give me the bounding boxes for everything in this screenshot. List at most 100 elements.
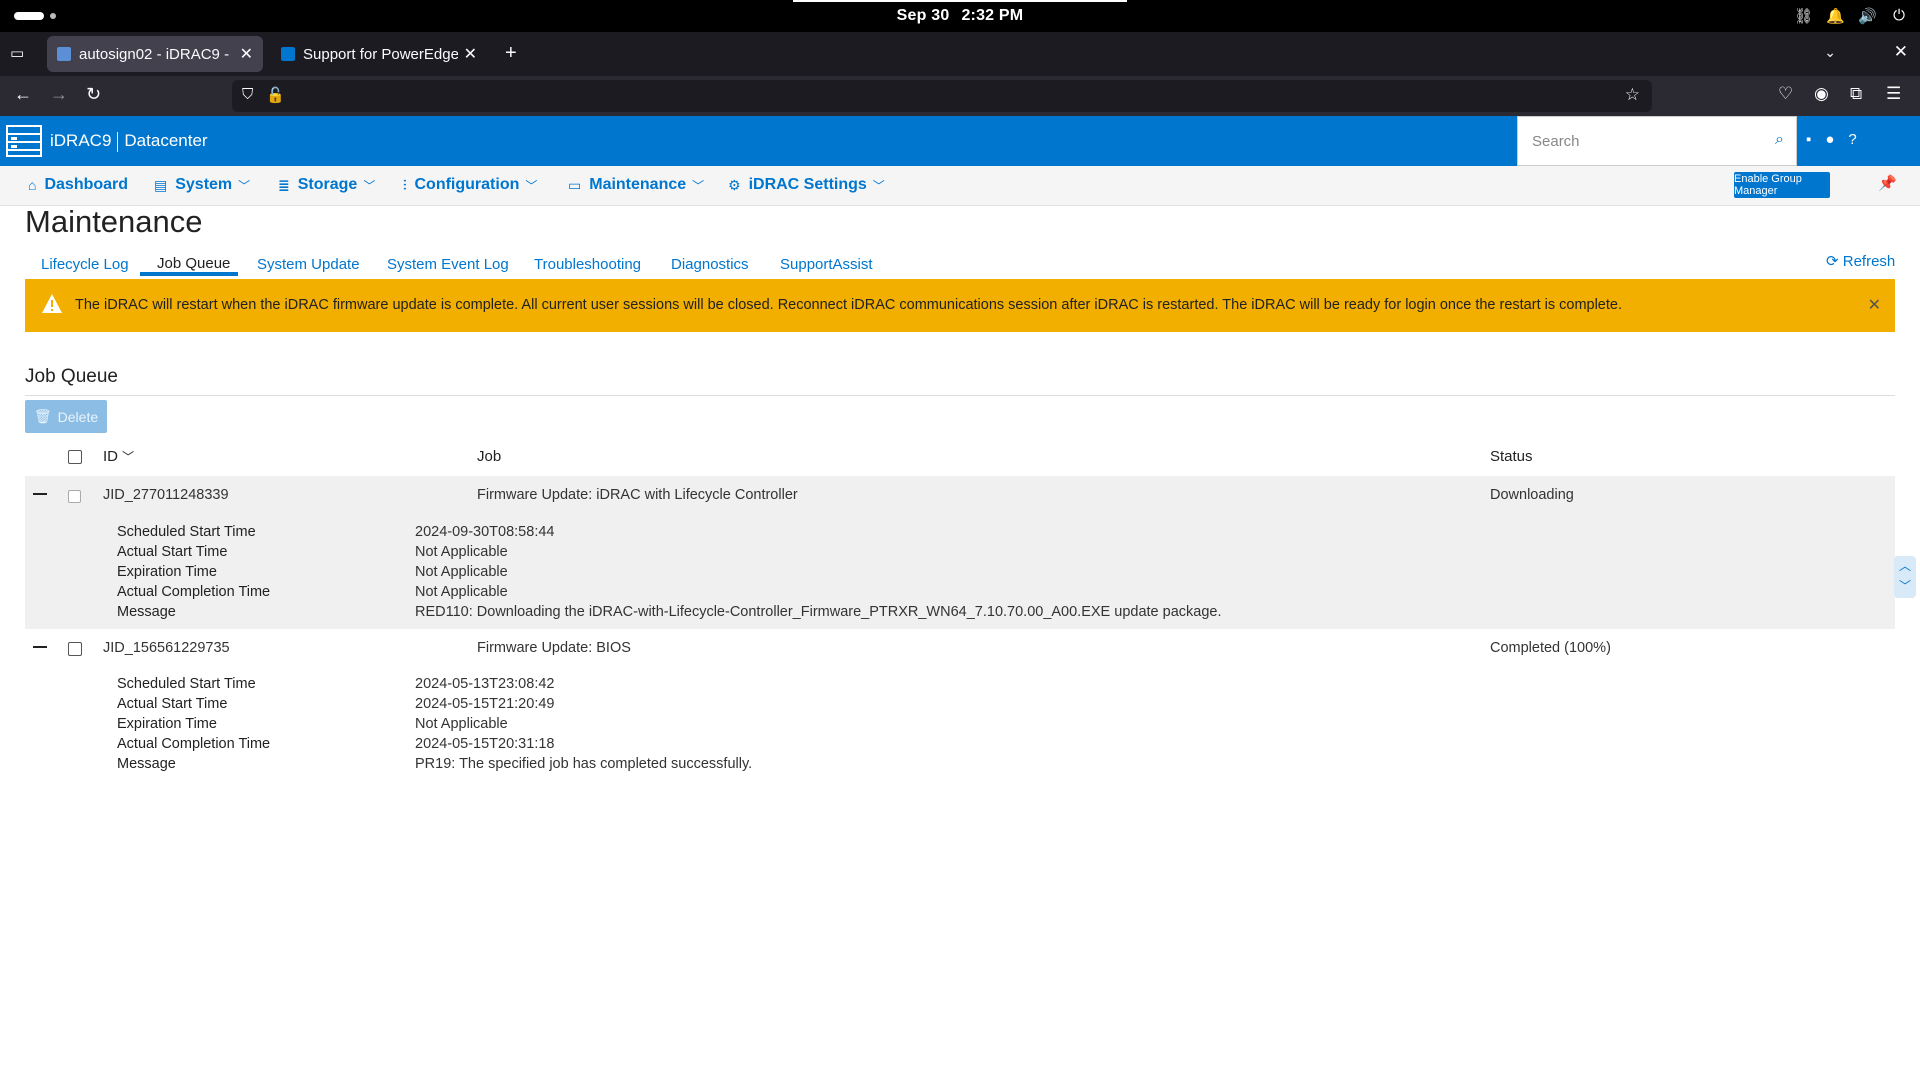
help-icon[interactable]: ? xyxy=(1848,131,1856,148)
chevron-up-icon[interactable]: ︿ xyxy=(1894,556,1916,576)
detail-label: Expiration Time xyxy=(117,716,217,732)
detail-value: 2024-05-15T20:31:18 xyxy=(415,736,555,752)
product-title: iDRAC9 xyxy=(50,131,112,150)
column-header-status: Status xyxy=(1490,448,1533,465)
refresh-button[interactable]: ⟳ Refresh xyxy=(1826,252,1895,270)
nav-label: System xyxy=(175,176,233,193)
restart-warning-alert: The iDRAC will restart when the iDRAC fi… xyxy=(25,279,1895,332)
scroll-to-top-button[interactable]: ︿ ﹀ xyxy=(1894,556,1916,598)
insecure-lock-icon[interactable]: 🔓 xyxy=(266,86,285,104)
tracking-shield-icon[interactable]: ⛉ xyxy=(242,86,253,103)
detail-value: RED110: Downloading the iDRAC-with-Lifec… xyxy=(415,604,1222,620)
tab-system-update[interactable]: System Update xyxy=(257,256,360,273)
detail-label: Message xyxy=(117,756,176,772)
detail-label: Actual Completion Time xyxy=(117,584,271,600)
hamburger-menu-icon[interactable]: ☰ xyxy=(1886,84,1901,104)
pocket-icon[interactable]: ♡ xyxy=(1778,84,1793,104)
search-icon[interactable]: ⌕ xyxy=(1775,131,1784,149)
chevron-down-icon: ﹀ xyxy=(872,178,885,193)
tab-diagnostics[interactable]: Diagnostics xyxy=(671,256,749,273)
nav-system[interactable]: ▤ System ﹀ xyxy=(154,176,250,194)
detail-label: Scheduled Start Time xyxy=(117,524,256,540)
account-icon[interactable]: ◉ xyxy=(1814,84,1829,104)
detail-value: Not Applicable xyxy=(415,544,508,560)
time: 2:32 PM xyxy=(961,7,1024,24)
tab-system-event-log[interactable]: System Event Log xyxy=(387,256,509,273)
chevron-down-icon[interactable]: ﹀ xyxy=(1894,576,1916,596)
tab-list-icon[interactable]: ▭ xyxy=(10,44,30,64)
server-icon: ▤ xyxy=(154,176,168,193)
detail-label: Actual Start Time xyxy=(117,696,228,712)
product-name: iDRAC9 Datacenter xyxy=(50,131,208,152)
enable-group-manager-button[interactable]: Enable Group Manager xyxy=(1734,172,1830,198)
nav-label: Maintenance xyxy=(589,176,687,193)
divider xyxy=(25,395,1895,396)
chevron-down-icon: ﹀ xyxy=(525,178,538,193)
tab-supportassist[interactable]: SupportAssist xyxy=(780,256,873,273)
job-id: JID_156561229735 xyxy=(103,640,230,656)
tab-title: Support for PowerEdge R xyxy=(303,45,458,63)
notification-bell-icon[interactable]: 🔔 xyxy=(1826,7,1845,25)
user-icon[interactable]: ● xyxy=(1825,131,1834,148)
refresh-label: Refresh xyxy=(1842,253,1896,270)
forward-arrow-icon[interactable]: → xyxy=(50,84,68,105)
reload-icon[interactable]: ↻ xyxy=(86,84,101,105)
tab-troubleshooting[interactable]: Troubleshooting xyxy=(534,256,641,273)
collapse-row-icon[interactable] xyxy=(33,493,47,495)
product-edition: Datacenter xyxy=(124,131,208,150)
system-top-bar: Sep 30 2:32 PM ⛓ 🔔 🔊 ⏻ xyxy=(0,0,1920,32)
section-title: Job Queue xyxy=(25,366,118,387)
browser-tab-support[interactable]: Support for PowerEdge R ✕ xyxy=(271,36,487,72)
url-bar[interactable]: ⛉ 🔓 ☆ xyxy=(232,80,1652,112)
close-alert-icon[interactable]: ✕ xyxy=(1868,295,1881,315)
active-tab-indicator xyxy=(140,272,238,276)
tab-lifecycle-log[interactable]: Lifecycle Log xyxy=(41,256,129,273)
new-tab-plus-icon[interactable]: + xyxy=(505,42,517,65)
column-header-id[interactable]: ID ﹀ xyxy=(103,448,134,465)
power-icon[interactable]: ⏻ xyxy=(1890,7,1908,25)
detail-value: 2024-05-13T23:08:42 xyxy=(415,676,555,692)
back-arrow-icon[interactable]: ← xyxy=(14,84,32,105)
collapse-row-icon[interactable] xyxy=(33,646,47,648)
close-tab-icon[interactable]: ✕ xyxy=(464,44,477,64)
close-tab-icon[interactable]: ✕ xyxy=(240,44,253,64)
header-icons: ▪ ● ? xyxy=(1806,131,1857,148)
nav-configuration[interactable]: ⫶ Configuration ﹀ xyxy=(403,176,537,194)
browser-tab-idrac[interactable]: autosign02 - iDRAC9 - Ma ✕ xyxy=(47,36,263,72)
clock[interactable]: Sep 30 2:32 PM xyxy=(0,7,1920,25)
nav-maintenance[interactable]: ▭ Maintenance ﹀ xyxy=(568,176,704,194)
browser-toolbar: ← → ↻ ⛉ 🔓 ☆ ♡ ◉ ⧉ ☰ xyxy=(0,76,1920,116)
refresh-icon: ⟳ xyxy=(1826,253,1843,270)
window-close-icon[interactable]: ✕ xyxy=(1894,42,1908,62)
bookmark-star-icon[interactable]: ☆ xyxy=(1625,85,1640,105)
network-icon[interactable]: ⛓ xyxy=(1794,7,1813,25)
job-name: Firmware Update: iDRAC with Lifecycle Co… xyxy=(477,487,798,503)
nav-label: Configuration xyxy=(414,176,520,193)
chevron-down-icon: ﹀ xyxy=(692,178,705,193)
tab-overflow-chevron-icon[interactable]: ⌄ xyxy=(1824,44,1836,61)
sliders-icon: ⫶ xyxy=(403,176,407,193)
table-row: JID_156561229735 Firmware Update: BIOS C… xyxy=(25,630,1895,780)
delete-button[interactable]: 🗑 Delete xyxy=(25,400,107,433)
detail-label: Actual Completion Time xyxy=(117,736,271,752)
system-tray[interactable]: ⛓ 🔔 🔊 ⏻ xyxy=(1794,7,1908,25)
group-icon[interactable]: ▪ xyxy=(1806,131,1811,148)
chevron-down-icon: ﹀ xyxy=(363,178,376,193)
nav-idrac-settings[interactable]: ⚙ iDRAC Settings ﹀ xyxy=(728,176,885,194)
monitor-icon: ▭ xyxy=(568,176,582,193)
nav-dashboard[interactable]: ⌂ Dashboard xyxy=(28,176,128,194)
volume-icon[interactable]: 🔊 xyxy=(1858,7,1877,25)
row-checkbox[interactable] xyxy=(68,642,82,656)
extensions-icon[interactable]: ⧉ xyxy=(1850,84,1862,104)
row-checkbox[interactable] xyxy=(68,490,81,503)
table-header: ID ﹀ Job Status xyxy=(25,445,1895,471)
tab-job-queue[interactable]: Job Queue xyxy=(157,255,230,272)
warning-triangle-icon xyxy=(42,294,62,313)
idrac-server-logo-icon xyxy=(6,125,42,157)
nav-storage[interactable]: ≣ Storage ﹀ xyxy=(278,176,375,194)
browser-tab-strip: ▭ autosign02 - iDRAC9 - Ma ✕ Support for… xyxy=(0,32,1920,76)
idrac-favicon-icon xyxy=(57,47,71,61)
search-input[interactable] xyxy=(1518,117,1748,165)
pin-icon[interactable]: 📌 xyxy=(1878,174,1897,192)
select-all-checkbox[interactable] xyxy=(68,450,82,464)
